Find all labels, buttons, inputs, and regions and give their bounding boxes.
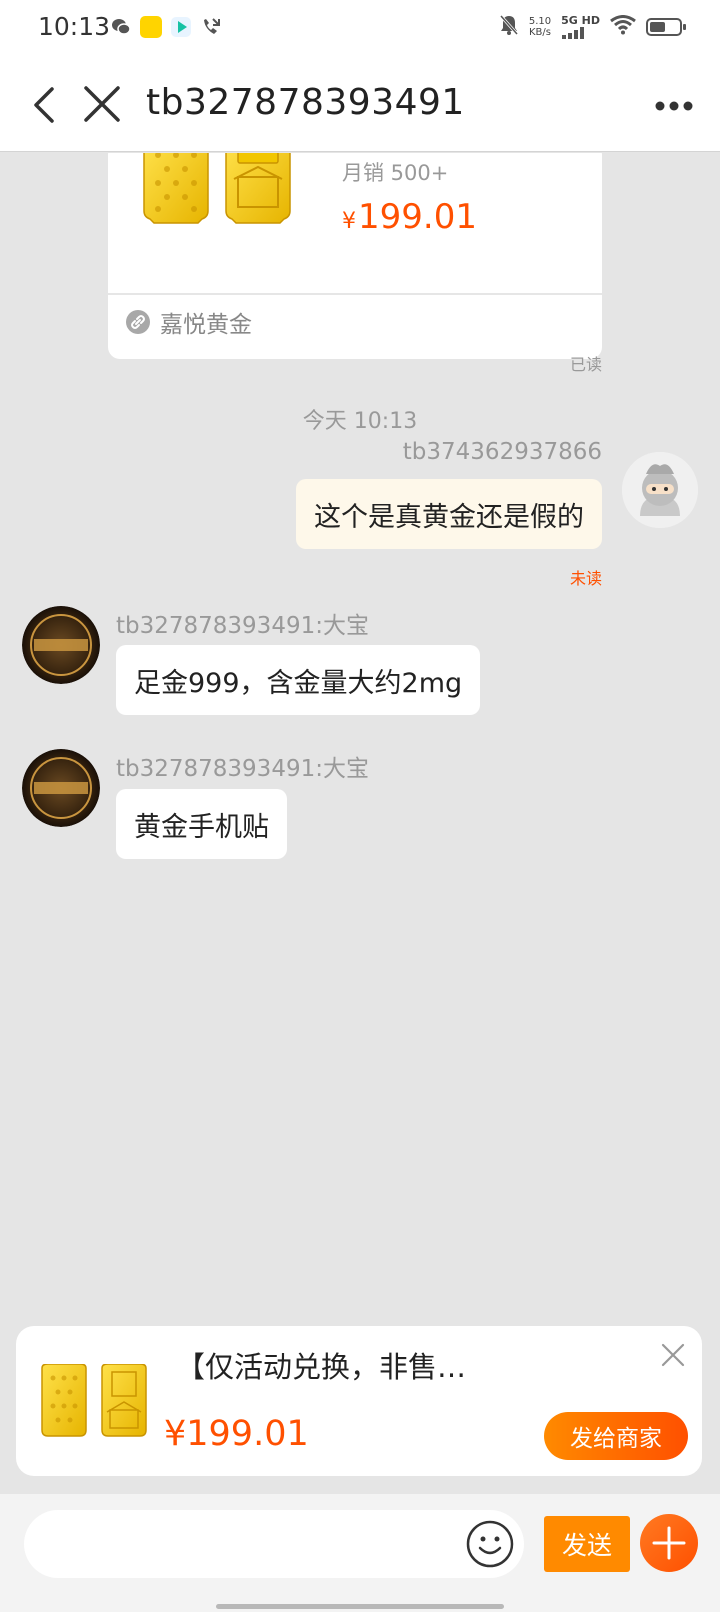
recommend-price: ¥199.01 bbox=[164, 1414, 309, 1454]
merchant-avatar[interactable] bbox=[22, 606, 100, 684]
product-sales: 月销 500+ bbox=[342, 161, 449, 185]
message-input[interactable] bbox=[24, 1510, 524, 1578]
notification-icons bbox=[110, 16, 222, 38]
signal-icon: 5G HD bbox=[561, 15, 600, 39]
system-icons: 5.10 KB/s 5G HD bbox=[499, 14, 686, 40]
network-speed: 5.10 KB/s bbox=[529, 16, 551, 38]
link-icon bbox=[126, 310, 150, 334]
smiley-icon bbox=[466, 1520, 514, 1568]
merchant-message-bubble[interactable]: 黄金手机贴 bbox=[116, 789, 287, 859]
product-thumbnail bbox=[41, 1364, 147, 1437]
product-price: ¥199.01 bbox=[342, 197, 477, 237]
unread-status: 未读 bbox=[569, 569, 602, 588]
shared-product-card[interactable]: 月销 500+ ¥199.01 嘉悦黄金 bbox=[108, 153, 602, 359]
card-divider bbox=[108, 293, 602, 295]
sender-name: tb374362937866 bbox=[402, 439, 602, 465]
read-status: 已读 bbox=[569, 355, 602, 374]
chevron-left-icon bbox=[34, 87, 54, 123]
video-app-icon bbox=[170, 16, 192, 38]
my-message-bubble[interactable]: 这个是真黄金还是假的 bbox=[296, 479, 602, 549]
status-bar: 10:13 5.10 KB/s 5G HD bbox=[0, 0, 720, 58]
price-symbol: ¥ bbox=[342, 209, 356, 234]
more-horizontal-icon bbox=[655, 101, 693, 111]
status-time: 10:13 bbox=[38, 12, 111, 41]
input-bar: 发送 bbox=[0, 1494, 720, 1612]
more-actions-button[interactable] bbox=[640, 1514, 698, 1572]
network-mode: 5G HD bbox=[561, 14, 600, 27]
jiayue-gold-logo-icon bbox=[22, 749, 100, 827]
ninja-avatar-icon bbox=[622, 452, 698, 528]
battery-icon bbox=[646, 18, 686, 36]
home-indicator[interactable] bbox=[216, 1604, 504, 1609]
back-button[interactable] bbox=[22, 80, 72, 130]
my-avatar[interactable] bbox=[622, 452, 698, 528]
product-recommend-card[interactable]: 【仅活动兑换，非售… ¥199.01 发给商家 bbox=[16, 1326, 702, 1476]
network-speed-unit: KB/s bbox=[529, 27, 551, 38]
wifi-icon bbox=[610, 15, 636, 39]
send-to-merchant-button[interactable]: 发给商家 bbox=[544, 1412, 688, 1460]
chat-header: tb327878393491 bbox=[0, 58, 720, 152]
recommend-title: 【仅活动兑换，非售… bbox=[176, 1350, 467, 1384]
close-button[interactable] bbox=[78, 80, 128, 130]
merchant-name: tb327878393491:大宝 bbox=[116, 613, 369, 639]
send-button[interactable]: 发送 bbox=[544, 1516, 630, 1572]
chat-title: tb327878393491 bbox=[146, 82, 465, 123]
product-thumbnail bbox=[143, 153, 291, 224]
close-icon bbox=[661, 1343, 685, 1367]
mute-icon bbox=[499, 14, 519, 40]
chat-area[interactable]: 月销 500+ ¥199.01 嘉悦黄金 已读 今天 10:13 tb37436… bbox=[0, 153, 720, 1493]
shop-link[interactable]: 嘉悦黄金 bbox=[126, 305, 252, 339]
merchant-message-bubble[interactable]: 足金999，含金量大约2mg bbox=[116, 645, 481, 715]
jiayue-gold-logo-icon bbox=[22, 606, 100, 684]
network-speed-value: 5.10 bbox=[528, 16, 552, 27]
more-button[interactable] bbox=[652, 86, 696, 126]
app-notification-icon bbox=[140, 16, 162, 38]
wechat-icon bbox=[110, 16, 132, 38]
merchant-name: tb327878393491:大宝 bbox=[116, 756, 369, 782]
shop-name: 嘉悦黄金 bbox=[160, 312, 252, 338]
battery-fill bbox=[650, 22, 665, 32]
missed-call-icon bbox=[200, 16, 222, 38]
recommend-close-button[interactable] bbox=[658, 1340, 688, 1370]
emoji-button[interactable] bbox=[464, 1518, 516, 1570]
price-value: 199.01 bbox=[358, 197, 477, 237]
time-divider: 今天 10:13 bbox=[302, 409, 418, 434]
close-icon bbox=[84, 86, 120, 122]
plus-icon bbox=[652, 1526, 686, 1560]
merchant-avatar[interactable] bbox=[22, 749, 100, 827]
